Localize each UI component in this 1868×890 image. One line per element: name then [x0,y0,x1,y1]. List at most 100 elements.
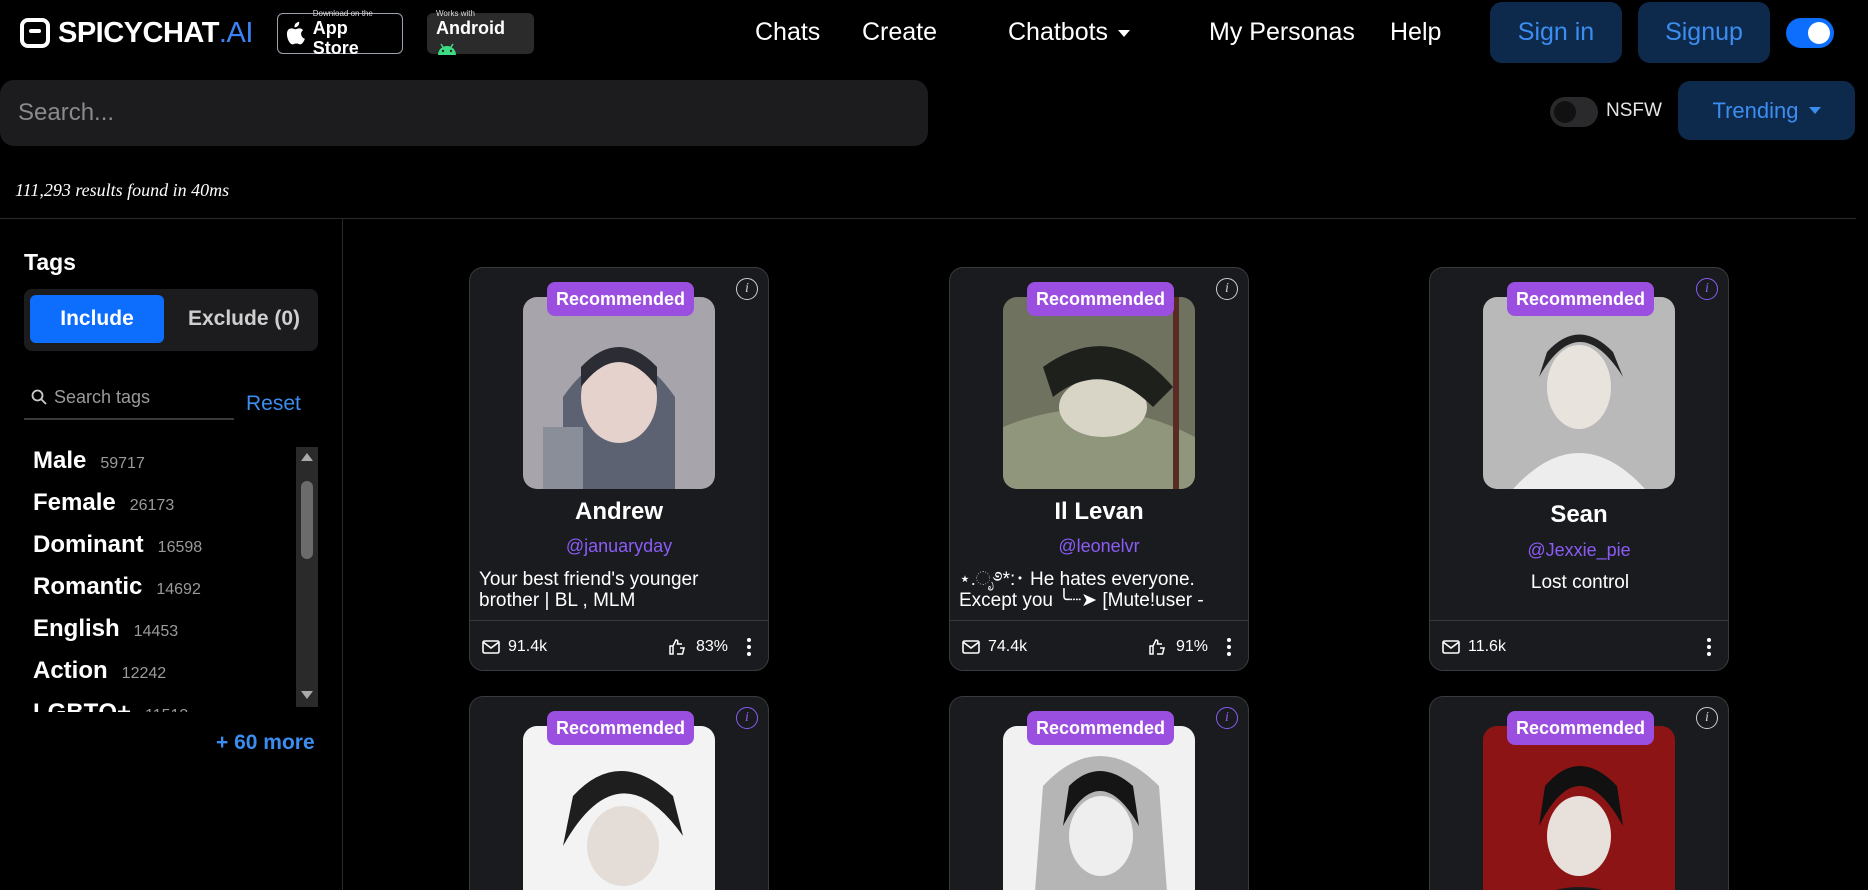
info-icon[interactable]: i [1216,278,1238,300]
apple-icon [286,21,305,44]
card-footer: 11.6k [1430,620,1728,670]
creator-handle[interactable]: @leonelvr [950,536,1248,557]
character-card[interactable]: Recommended i Sean @Jexxie_pie Lost cont… [1429,267,1729,671]
scroll-thumb[interactable] [301,481,313,559]
theme-toggle[interactable] [1786,18,1834,48]
nav-chatbots-dropdown[interactable]: Chatbots [1008,18,1131,47]
tag-search-input[interactable] [54,386,224,408]
message-count: 74.4k [988,637,1028,655]
tag-item[interactable]: Romantic 14692 [24,573,296,615]
character-name: Andrew [574,498,663,525]
android-badge[interactable]: Works with Android [427,9,534,56]
character-card[interactable]: Recommended i Andrew @januaryday Your be… [469,267,769,671]
tag-item[interactable]: LGBTQ+ 11513 [24,699,296,712]
message-count: 11.6k [1468,637,1506,655]
recommended-badge: Recommended [547,282,695,316]
nsfw-label: NSFW [1606,100,1662,121]
more-options-icon[interactable] [1222,637,1236,656]
android-small: Works with [436,9,475,18]
info-icon[interactable]: i [1696,707,1718,729]
character-description: ⋆.ೃ࿔*:･ He hates everyone. Except you ╰┈… [959,569,1204,613]
mail-icon [1442,639,1460,654]
app-store-small: Download on the [312,9,373,18]
recommended-badge: Recommended [1027,711,1175,745]
rating-percent: 83% [695,637,728,655]
caret-down-icon [1118,29,1131,37]
app-store-badge[interactable]: Download on the App Store [277,9,403,58]
android-big: Android [436,18,525,58]
exclude-tab[interactable]: Exclude (0) [174,295,314,343]
character-description: Your best friend's younger brother | BL … [479,569,699,611]
tag-count: 12242 [121,665,167,682]
tag-item[interactable]: Male 59717 [24,447,296,489]
character-name: Il Levan [1054,498,1144,525]
thumbs-icon [1149,638,1165,655]
tag-item[interactable]: Action 12242 [24,657,296,699]
android-label: Android [436,18,505,38]
sort-label: Trending [1712,97,1799,123]
info-icon[interactable]: i [736,707,758,729]
tags-sidebar: Tags Include Exclude (0) Reset Male 59717… [0,219,343,890]
tag-name: LGBTQ+ [33,699,131,712]
sign-in-button[interactable]: Sign in [1490,2,1622,63]
tag-count: 11513 [145,707,188,712]
brand-logo[interactable]: SPICYCHAT.AI [20,16,253,50]
mail-icon [482,639,500,654]
avatar [1003,726,1195,890]
tag-item[interactable]: Female 26173 [24,489,296,531]
thumbs-icon [669,638,685,655]
creator-handle[interactable]: @januaryday [470,536,768,557]
tag-item[interactable]: English 14453 [24,615,296,657]
tag-search-field [24,376,234,420]
character-card[interactable]: Recommended i [949,696,1249,890]
message-count: 91.4k [508,637,548,655]
tag-name: Action [33,657,108,684]
character-description: Lost control [1530,572,1630,593]
sort-dropdown[interactable]: Trending [1678,81,1855,140]
scroll-up-icon[interactable] [301,453,313,461]
character-card[interactable]: Recommended i [1429,696,1729,890]
character-name: Sean [1550,501,1608,528]
tag-name: Female [33,489,116,516]
top-nav: SPICYCHAT.AI Download on the App Store W… [0,0,1868,68]
nsfw-toggle[interactable] [1550,97,1598,127]
avatar [1003,297,1195,489]
nav-my-personas[interactable]: My Personas [1209,18,1355,47]
info-icon[interactable]: i [1696,278,1718,300]
results-count: 111,293 results found in 40ms [15,180,230,200]
search-icon [24,389,54,405]
card-footer: 91.4k 83% [470,620,768,670]
nav-chats[interactable]: Chats [755,18,820,47]
character-card[interactable]: Recommended i Il Levan @leonelvr ⋆.ೃ࿔*:･… [949,267,1249,671]
include-exclude-toggle: Include Exclude (0) [24,289,318,351]
more-options-icon[interactable] [742,637,756,656]
creator-handle[interactable]: @Jexxie_pie [1430,540,1728,561]
tag-name: Dominant [33,531,144,558]
android-robot-icon [438,43,456,56]
tag-count: 16598 [157,539,203,556]
nav-create[interactable]: Create [862,18,937,47]
card-footer: 74.4k 91% [950,620,1248,670]
include-tab[interactable]: Include [30,295,164,343]
reset-link[interactable]: Reset [246,392,301,416]
recommended-badge: Recommended [1507,282,1655,316]
info-icon[interactable]: i [736,278,758,300]
avatar [1483,297,1675,489]
scroll-down-icon[interactable] [301,691,313,699]
tag-name: Male [33,447,87,474]
brand-name: SPICYCHAT [58,16,219,49]
tag-list-scrollbar[interactable] [296,447,318,707]
tag-count: 14453 [133,623,179,640]
signup-button[interactable]: Signup [1638,2,1770,63]
nav-help[interactable]: Help [1390,18,1441,47]
tag-count: 14692 [156,581,201,598]
tag-name: English [33,615,120,642]
tags-title: Tags [24,249,76,275]
info-icon[interactable]: i [1216,707,1238,729]
more-options-icon[interactable] [1702,637,1716,656]
search-input[interactable] [0,80,928,146]
more-tags-link[interactable]: + 60 more [216,731,315,755]
avatar [523,297,715,489]
character-card[interactable]: Recommended i [469,696,769,890]
tag-item[interactable]: Dominant 16598 [24,531,296,573]
